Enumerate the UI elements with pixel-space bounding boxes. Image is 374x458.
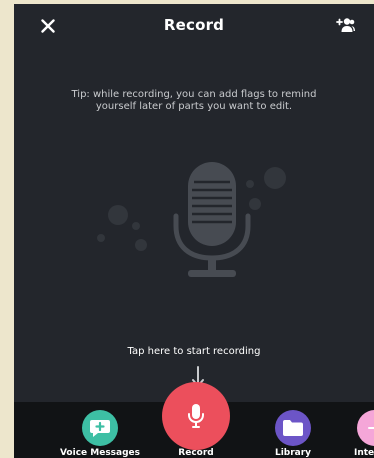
inte-circle <box>357 410 374 446</box>
nav-label-inte: Inte <box>354 448 374 458</box>
top-bar: Record <box>14 4 374 48</box>
recording-tip: Tip: while recording, you can add flags … <box>71 89 317 112</box>
nav-inte[interactable]: Inte <box>354 402 374 458</box>
nav-label-voice-messages: Voice Messages <box>59 448 141 458</box>
folder-icon <box>283 420 303 436</box>
nav-library[interactable]: Library <box>248 402 338 458</box>
nav-label-record: Record <box>178 448 214 458</box>
bottom-navigation: Voice Messages Record Library Inte <box>14 382 374 458</box>
add-person-icon <box>336 18 355 32</box>
record-button[interactable] <box>162 382 230 450</box>
invite-collaborator-button[interactable] <box>334 13 358 37</box>
nav-label-library: Library <box>274 448 312 458</box>
chat-plus-icon <box>90 420 110 437</box>
plus-icon <box>368 422 374 434</box>
start-recording-hint[interactable]: Tap here to start recording <box>14 346 374 357</box>
mic-icon <box>188 404 204 428</box>
library-circle <box>275 410 311 446</box>
voice-messages-circle <box>82 410 118 446</box>
nav-record[interactable]: Record <box>151 382 241 458</box>
page-title: Record <box>163 16 225 34</box>
record-screen: Record Tip: while recording, you can add… <box>14 4 374 458</box>
nav-voice-messages[interactable]: Voice Messages <box>55 402 145 458</box>
microphone-illustration-icon <box>97 162 286 277</box>
